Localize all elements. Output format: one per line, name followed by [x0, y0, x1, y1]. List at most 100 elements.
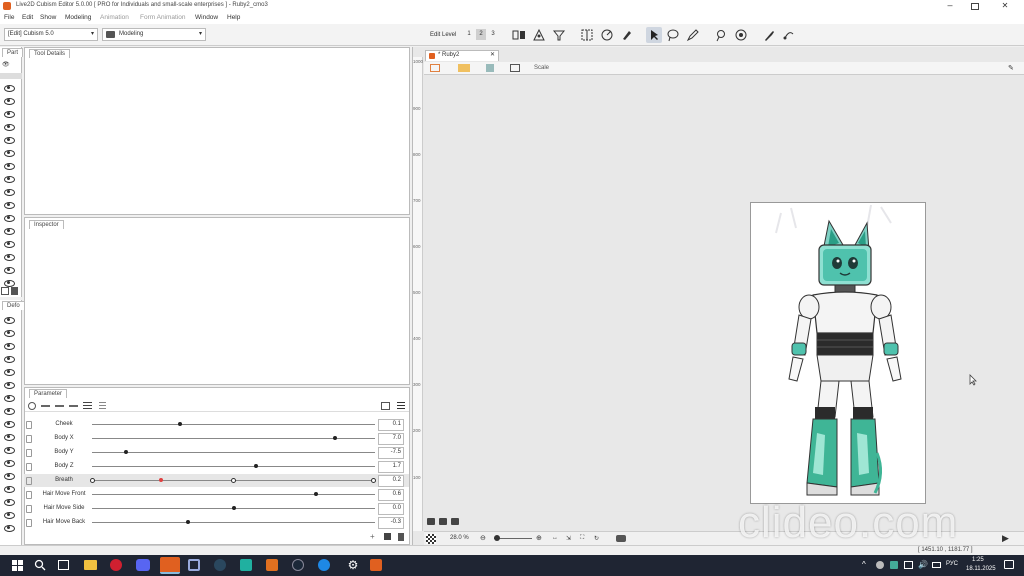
fit-height-icon[interactable]: ⇲: [566, 535, 571, 542]
close-button[interactable]: ✕: [990, 0, 1020, 12]
parameter-value[interactable]: -7.5: [378, 447, 404, 459]
parameter-row-hair-move-side[interactable]: Hair Move Side 0.0: [24, 502, 409, 515]
add-parameter-icon[interactable]: +: [370, 532, 375, 541]
lock-icon[interactable]: [26, 449, 32, 457]
parameter-row-cheek[interactable]: Cheek 0.1: [24, 418, 409, 431]
eye-icon[interactable]: [4, 111, 15, 118]
eye-icon[interactable]: [4, 473, 15, 480]
link-icon[interactable]: [69, 405, 78, 407]
edit-level-1[interactable]: 1: [464, 29, 474, 40]
app-taskbar-icon[interactable]: [318, 559, 330, 571]
eye-icon[interactable]: [4, 408, 15, 415]
windows-start-icon[interactable]: [12, 560, 23, 571]
eye-icon[interactable]: [4, 98, 15, 105]
copy-icon[interactable]: [384, 533, 391, 540]
glue-tool-icon[interactable]: [734, 28, 748, 42]
eye-icon[interactable]: [4, 254, 15, 261]
parameter-slider[interactable]: [92, 436, 375, 440]
zoom-in-icon[interactable]: ⊕: [536, 534, 542, 542]
slider-knob[interactable]: [254, 464, 259, 468]
eye-icon[interactable]: [4, 124, 15, 131]
eye-icon[interactable]: [4, 189, 15, 196]
live2d-taskbar-icon[interactable]: [370, 559, 382, 571]
tray-icon[interactable]: [876, 561, 884, 569]
menu-edit[interactable]: Edit: [22, 14, 33, 21]
reset-icon[interactable]: [28, 402, 36, 410]
volume-icon[interactable]: 🔊: [918, 560, 928, 569]
arrow-select-icon[interactable]: [646, 27, 662, 43]
checker-icon[interactable]: [426, 534, 436, 544]
eye-icon[interactable]: [4, 228, 15, 235]
close-tab-icon[interactable]: ✕: [490, 51, 495, 58]
eye-icon[interactable]: [4, 434, 15, 441]
play-icon[interactable]: ▶: [1002, 533, 1009, 544]
mode-select[interactable]: Modeling ▾: [102, 28, 206, 41]
connect-tool-icon[interactable]: [782, 28, 796, 42]
slider-knob[interactable]: [333, 436, 338, 440]
scale-tool-icon[interactable]: [510, 64, 520, 72]
copy-icon[interactable]: [381, 402, 390, 410]
trash-icon[interactable]: [398, 533, 404, 541]
display-mode-icon[interactable]: [616, 535, 626, 542]
parameter-slider[interactable]: [92, 520, 375, 524]
eye-icon[interactable]: [4, 202, 15, 209]
link-icon[interactable]: [55, 405, 64, 407]
settings-gear-icon[interactable]: ⚙: [346, 558, 360, 572]
discord-icon[interactable]: [136, 559, 150, 571]
parameter-value[interactable]: 0.0: [378, 503, 404, 515]
edit-level-2[interactable]: 2: [476, 29, 486, 40]
pen-select-icon[interactable]: [686, 28, 700, 42]
steam-icon[interactable]: [214, 559, 226, 571]
deformer-tool-icon[interactable]: [512, 28, 526, 42]
steam-icon[interactable]: [292, 559, 304, 571]
notification-icon[interactable]: [1004, 560, 1014, 569]
parameter-slider[interactable]: [92, 492, 375, 496]
parameter-value[interactable]: 0.6: [378, 489, 404, 501]
menu-form-animation[interactable]: Form Animation: [140, 14, 186, 21]
search-icon[interactable]: [34, 559, 46, 571]
parameter-value[interactable]: 1.7: [378, 461, 404, 473]
eye-icon[interactable]: [4, 356, 15, 363]
fit-screen-icon[interactable]: ⛶: [580, 535, 584, 542]
keyform-dot[interactable]: [90, 478, 95, 483]
parameter-row-body-y[interactable]: Body Y -7.5: [24, 446, 409, 459]
clock-date[interactable]: 18.11.2025: [966, 566, 996, 572]
live2d-taskbar-icon[interactable]: [160, 557, 180, 574]
part-tab[interactable]: Part: [2, 48, 24, 57]
slider-knob[interactable]: [177, 422, 182, 426]
parameter-row-body-z[interactable]: Body Z 1.7: [24, 460, 409, 473]
rotate-view-icon[interactable]: ↻: [594, 535, 599, 542]
eye-icon[interactable]: [4, 343, 15, 350]
lasso-select-icon[interactable]: [666, 28, 680, 42]
lock-icon[interactable]: [26, 491, 32, 499]
eye-icon[interactable]: [4, 486, 15, 493]
lock-icon[interactable]: [26, 421, 32, 429]
lock-icon[interactable]: [26, 519, 32, 527]
camera-icon[interactable]: [439, 518, 447, 525]
eye-icon[interactable]: [4, 317, 15, 324]
menu-icon[interactable]: [397, 402, 405, 410]
parameter-value[interactable]: -0.3: [378, 517, 404, 529]
parameter-row-hair-move-front[interactable]: Hair Move Front 0.6: [24, 488, 409, 501]
tray-icon[interactable]: [890, 561, 898, 569]
list-icon[interactable]: [83, 402, 92, 410]
tool-details-tab[interactable]: Tool Details: [29, 49, 71, 58]
slider-knob[interactable]: [231, 506, 236, 510]
eye-icon[interactable]: [4, 421, 15, 428]
eye-icon[interactable]: [4, 499, 15, 506]
parameter-value[interactable]: 7.0: [378, 433, 404, 445]
pin-icon[interactable]: ✎: [1008, 64, 1016, 72]
eye-icon[interactable]: [4, 215, 15, 222]
eye-icon[interactable]: [4, 137, 15, 144]
link-icon[interactable]: [41, 405, 50, 407]
grid-view-icon[interactable]: [486, 64, 494, 72]
edit-level-3[interactable]: 3: [488, 29, 498, 40]
eye-icon[interactable]: [4, 280, 15, 287]
new-part-icon[interactable]: [1, 287, 9, 295]
mesh-tool-icon[interactable]: [532, 28, 546, 42]
eyedropper-icon[interactable]: [762, 28, 776, 42]
eye-icon[interactable]: [4, 460, 15, 467]
parameter-row-breath[interactable]: Breath 0.2: [24, 474, 409, 487]
keyform-dot[interactable]: [371, 478, 376, 483]
parameter-slider[interactable]: [92, 506, 375, 510]
